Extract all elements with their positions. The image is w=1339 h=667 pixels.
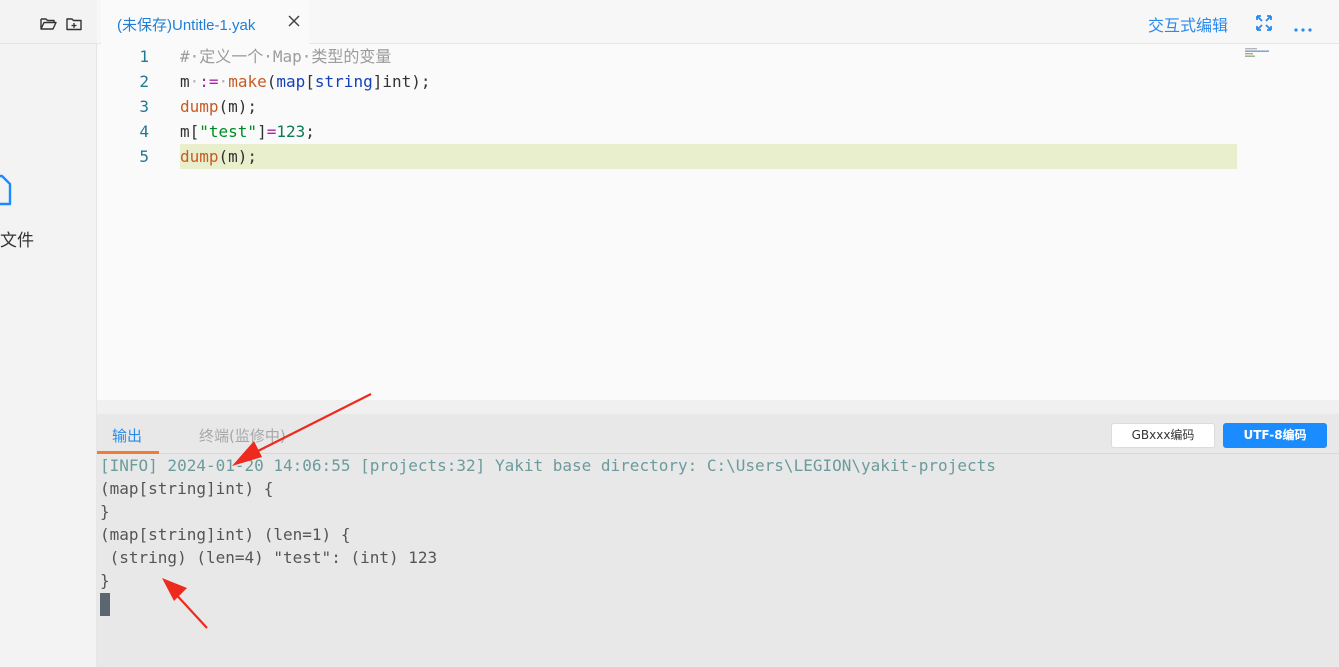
close-icon[interactable]	[287, 12, 301, 30]
code-token: (m);	[218, 97, 258, 116]
code-line[interactable]: m·:=·make(map[string]int);	[180, 69, 431, 94]
code-line[interactable]: m["test"]=123;	[180, 119, 315, 144]
code-token: int	[382, 72, 412, 91]
terminal-cursor	[100, 593, 110, 616]
output-console[interactable]: [INFO] 2024-01-20 14:06:55 [projects:32]…	[100, 454, 1336, 664]
code-token: map	[276, 72, 306, 91]
code-token: m[	[180, 122, 200, 141]
code-token: ]	[372, 72, 383, 91]
tab-output-label[interactable]: 输出	[112, 425, 142, 446]
editor-tab-bar: (未保存)Untitle-1.yak 交互式编辑	[97, 0, 1339, 44]
code-line[interactable]: dump(m);	[180, 144, 257, 169]
line-number-gutter: 1 2 3 4 5	[97, 44, 180, 400]
gbk-encoding-button[interactable]: GBxxx编码	[1111, 423, 1215, 448]
output-line: [INFO] 2024-01-20 14:06:55 [projects:32]…	[100, 456, 996, 475]
code-token: dump	[180, 147, 219, 166]
interactive-edit-link[interactable]: 交互式编辑	[1148, 12, 1228, 36]
line-number: 3	[139, 97, 149, 116]
file-icon[interactable]	[0, 170, 12, 208]
new-folder-icon[interactable]	[66, 16, 82, 32]
line-number: 5	[139, 147, 149, 166]
code-token: ·	[189, 72, 200, 91]
tab-title[interactable]: (未保存)Untitle-1.yak	[117, 14, 255, 35]
code-token: m	[180, 72, 190, 91]
tab-output[interactable]: 输出	[97, 414, 159, 454]
output-line: (map[string]int) (len=1) {	[100, 525, 351, 544]
panel-splitter[interactable]	[97, 400, 1339, 414]
output-line: }	[100, 502, 110, 521]
code-editor[interactable]: 12345 #·定义一个·Map·类型的变量 m·:=·make(map[stri…	[97, 44, 1339, 400]
current-line-highlight	[180, 144, 1237, 169]
fullscreen-icon[interactable]	[1255, 14, 1273, 32]
code-token: "test"	[199, 122, 258, 141]
code-line[interactable]: dump(m);	[180, 94, 257, 119]
code-token: ;	[305, 122, 315, 141]
output-line: }	[100, 571, 110, 590]
open-folder-icon[interactable]	[40, 16, 57, 32]
file-label[interactable]: 文件	[0, 226, 34, 251]
code-token: ]	[257, 122, 267, 141]
utf8-encoding-button[interactable]: UTF-8编码	[1223, 423, 1327, 448]
line-number: 4	[139, 122, 149, 141]
code-token: dump	[180, 97, 219, 116]
line-number: 2	[139, 72, 149, 91]
code-token: =	[266, 122, 277, 141]
code-token: ·	[218, 72, 229, 91]
code-token: (m);	[218, 147, 258, 166]
code-token: [	[305, 72, 315, 91]
code-line[interactable]: #·定义一个·Map·类型的变量	[180, 44, 391, 69]
output-line: (string) (len=4) "test": (int) 123	[100, 548, 438, 567]
more-icon[interactable]	[1293, 20, 1313, 32]
code-token: string	[314, 72, 373, 91]
output-panel: 输出 终端(监修中) GBxxx编码 UTF-8编码 [INFO] 2024-0…	[97, 414, 1339, 667]
code-token: :=	[199, 72, 219, 91]
panel-tab-bar: 输出 终端(监修中) GBxxx编码 UTF-8编码	[97, 414, 1339, 454]
code-token: (	[266, 72, 277, 91]
output-line: (map[string]int) {	[100, 479, 274, 498]
minimap[interactable]	[1245, 44, 1271, 57]
tab-terminal[interactable]: 终端(监修中)	[199, 425, 286, 446]
code-token: make	[228, 72, 267, 91]
code-token: );	[411, 72, 431, 91]
line-number: 1	[139, 47, 149, 66]
code-token: #·定义一个·Map·类型的变量	[180, 47, 392, 66]
sidebar: 文件	[0, 0, 97, 667]
sidebar-toolbar	[0, 0, 97, 44]
code-token: 123	[276, 122, 306, 141]
tab-untitle-1[interactable]: (未保存)Untitle-1.yak	[101, 0, 309, 44]
